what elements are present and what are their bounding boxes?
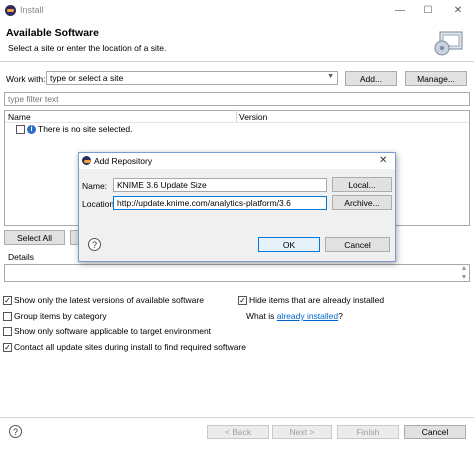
- ok-button[interactable]: OK: [258, 237, 320, 252]
- minimize-icon[interactable]: —: [386, 0, 414, 20]
- repository-name-input[interactable]: KNIME 3.6 Update Size: [113, 178, 327, 192]
- target-env-label: Show only software applicable to target …: [14, 326, 212, 336]
- maximize-icon[interactable]: ☐: [414, 0, 442, 20]
- group-by-category-checkbox[interactable]: [3, 312, 12, 321]
- column-header-name[interactable]: Name: [8, 112, 31, 122]
- contact-sites-label: Contact all update sites during install …: [14, 342, 246, 352]
- repository-location-input[interactable]: http://update.knime.com/analytics-platfo…: [113, 196, 327, 210]
- target-env-checkbox[interactable]: [3, 327, 12, 336]
- archive-button[interactable]: Archive...: [332, 195, 392, 210]
- manage-sites-button[interactable]: Manage...: [405, 71, 467, 86]
- select-all-button[interactable]: Select All: [4, 230, 65, 245]
- info-icon: i: [27, 125, 36, 134]
- details-label: Details: [8, 252, 34, 262]
- help-icon[interactable]: ?: [9, 425, 22, 438]
- column-header-version[interactable]: Version: [239, 112, 267, 122]
- footer-separator: [0, 417, 474, 418]
- table-header-separator: [5, 122, 469, 123]
- dialog-name-label: Name:: [82, 181, 108, 191]
- hide-installed-label: Hide items that are already installed: [249, 295, 385, 305]
- filter-input[interactable]: [4, 92, 470, 106]
- already-installed-link[interactable]: already installed: [277, 311, 338, 321]
- install-wizard-icon: [434, 31, 463, 56]
- local-button[interactable]: Local...: [332, 177, 392, 192]
- work-with-value: type or select a site: [50, 73, 124, 83]
- what-is-installed-text: What is already installed?: [246, 311, 343, 321]
- details-area[interactable]: [4, 264, 470, 282]
- chevron-down-icon: ▼: [327, 73, 334, 80]
- eclipse-app-icon: [5, 5, 16, 16]
- page-title: Available Software: [6, 27, 99, 39]
- latest-versions-label: Show only the latest versions of availab…: [14, 295, 204, 305]
- dialog-cancel-button[interactable]: Cancel: [325, 237, 390, 252]
- header-separator: [0, 61, 474, 62]
- cancel-button[interactable]: Cancel: [404, 425, 466, 439]
- group-by-category-label: Group items by category: [14, 311, 107, 321]
- what-is-prefix: What is: [246, 311, 277, 321]
- contact-sites-checkbox[interactable]: ✓: [3, 343, 12, 352]
- site-checkbox[interactable]: [16, 125, 25, 134]
- column-divider: [236, 110, 237, 122]
- what-is-suffix: ?: [338, 311, 343, 321]
- back-button[interactable]: < Back: [207, 425, 269, 439]
- work-with-combo[interactable]: type or select a site ▼: [46, 71, 338, 85]
- dialog-title: Add Repository: [94, 156, 153, 166]
- next-button[interactable]: Next >: [272, 425, 332, 439]
- scroll-down-icon[interactable]: ▼: [459, 270, 469, 284]
- dialog-help-icon[interactable]: ?: [88, 238, 101, 251]
- window-title: Install: [20, 5, 44, 15]
- finish-button[interactable]: Finish: [337, 425, 399, 439]
- page-subtitle: Select a site or enter the location of a…: [8, 43, 167, 53]
- hide-installed-checkbox[interactable]: ✓: [238, 296, 247, 305]
- work-with-label: Work with:: [6, 74, 46, 84]
- latest-versions-checkbox[interactable]: ✓: [3, 296, 12, 305]
- no-site-message: There is no site selected.: [38, 124, 133, 134]
- close-icon[interactable]: ✕: [444, 0, 472, 20]
- dialog-location-label: Location:: [82, 199, 117, 209]
- add-site-button[interactable]: Add...: [345, 71, 397, 86]
- eclipse-app-icon: [82, 156, 91, 165]
- dialog-close-icon[interactable]: ✕: [379, 155, 387, 166]
